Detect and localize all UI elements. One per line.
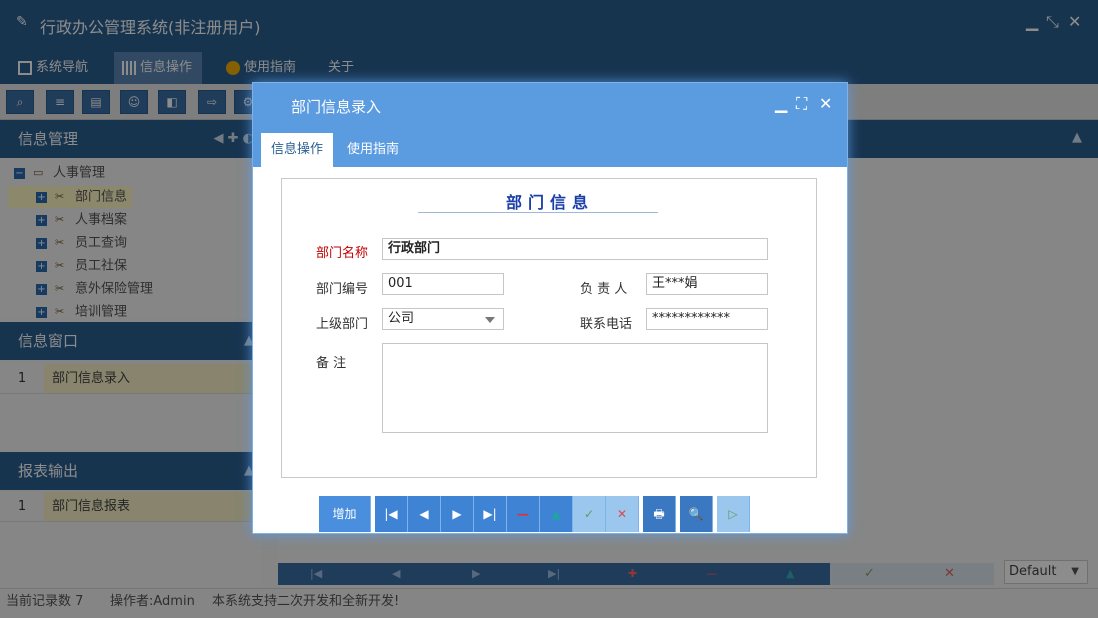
cancel-button[interactable]: ✕ — [606, 496, 639, 532]
printer-icon: 🖶 — [653, 507, 665, 521]
owner-field[interactable]: 王***娟 — [646, 273, 768, 295]
prev-record-button[interactable]: ◀ — [408, 496, 441, 532]
close-icon[interactable]: ✕ — [819, 96, 832, 112]
dept-code-label: 部门编号 — [316, 282, 369, 297]
remark-label: 备 注 — [316, 356, 347, 371]
parent-dept-select[interactable]: 公司 — [382, 308, 504, 330]
confirm-button[interactable]: ✓ — [573, 496, 606, 532]
delete-button[interactable]: — — [507, 496, 540, 532]
delete-icon: — — [517, 507, 529, 521]
dept-form: 部门信息 部门名称 行政部门 部门编号 001 负 责 人 王***娟 上级部门… — [281, 178, 817, 478]
print-button[interactable]: 🖶 — [643, 496, 676, 532]
preview-button[interactable]: 🔍 — [680, 496, 713, 532]
dept-code-field[interactable]: 001 — [382, 273, 504, 295]
tab-info-op[interactable]: 信息操作 — [261, 133, 334, 167]
chevron-down-icon — [485, 317, 495, 323]
first-record-button[interactable]: |◀ — [375, 496, 408, 532]
play-icon: ▷ — [728, 507, 738, 521]
tab-guide[interactable]: 使用指南 — [337, 133, 409, 167]
parent-dept-value: 公司 — [388, 311, 415, 326]
maximize-icon[interactable]: ⛶ — [796, 96, 807, 112]
next-record-button[interactable]: ▶ — [441, 496, 474, 532]
dialog-tabs: 信息操作 使用指南 — [253, 131, 847, 167]
last-record-button[interactable]: ▶| — [474, 496, 507, 532]
dept-name-field[interactable]: 行政部门 — [382, 238, 768, 260]
form-title-underline — [418, 212, 658, 213]
check-icon: ✓ — [583, 507, 595, 521]
move-up-button[interactable]: ▲ — [540, 496, 573, 532]
phone-label: 联系电话 — [580, 317, 633, 332]
add-button[interactable]: 增加 — [319, 496, 371, 532]
cross-icon: ✕ — [616, 507, 628, 521]
form-title: 部门信息 — [505, 193, 594, 212]
dialog-titlebar: 部门信息录入 ▁ ⛶ ✕ — [253, 83, 847, 131]
magnifier-icon: 🔍 — [688, 507, 704, 521]
remark-textarea[interactable] — [382, 343, 768, 433]
dialog-title: 部门信息录入 — [291, 98, 382, 116]
phone-field[interactable]: ************ — [646, 308, 768, 330]
dept-name-label: 部门名称 — [316, 246, 369, 261]
parent-dept-label: 上级部门 — [316, 317, 369, 332]
owner-label: 负 责 人 — [580, 282, 628, 297]
tab-label: 信息操作 — [271, 142, 324, 157]
up-icon: ▲ — [551, 507, 561, 521]
minimize-icon[interactable]: ▁ — [775, 96, 787, 112]
dept-entry-dialog: 部门信息录入 ▁ ⛶ ✕ 信息操作 使用指南 部门信息 部门名称 行政部门 部门… — [252, 82, 848, 534]
tab-label: 使用指南 — [347, 142, 400, 157]
run-button[interactable]: ▷ — [717, 496, 750, 532]
